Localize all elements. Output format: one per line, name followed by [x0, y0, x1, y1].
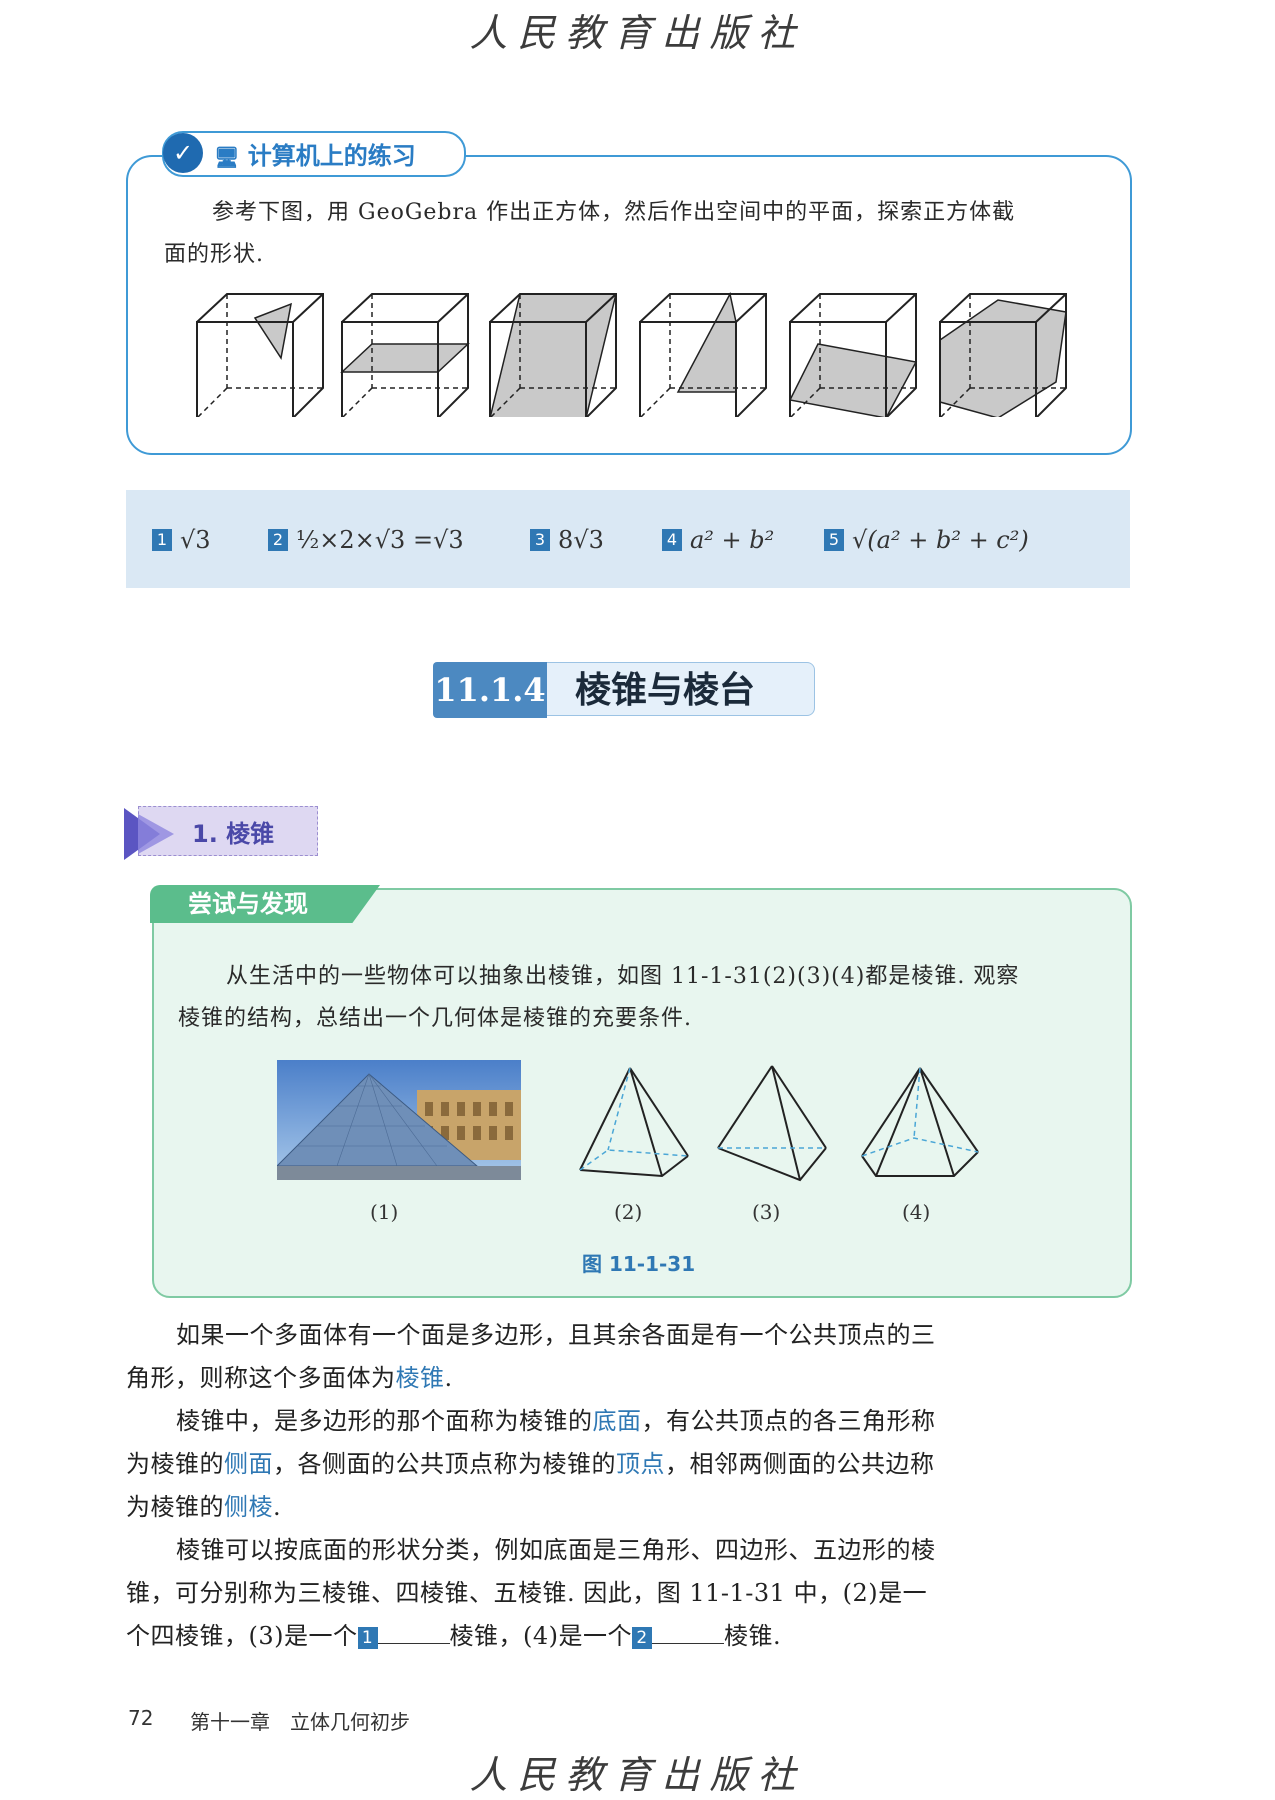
section-number: 11.1.4 [433, 662, 547, 718]
face-definition-line: 为棱锥的侧面，各侧面的公共顶点称为棱锥的顶点，相邻两侧面的公共边称 [126, 1450, 935, 1478]
blank-2-number: 2 [632, 1627, 652, 1649]
triangular-pyramid-figure [717, 1065, 827, 1182]
try-discover-text: 从生活中的一些物体可以抽象出棱锥，如图 11-1-31(2)(3)(4)都是棱锥… [178, 964, 1020, 1031]
pentagonal-pyramid-figure [861, 1067, 979, 1177]
cube-section-figure-5 [788, 293, 918, 417]
answer-4: 4 a² + b² [662, 526, 774, 554]
quadrilateral-pyramid-figure [579, 1067, 689, 1178]
answer-3: 3 8√3 [530, 526, 604, 554]
computer-practice-text: 参考下图，用 GeoGebra 作出正方体，然后作出空间中的平面，探索正方体截 … [164, 200, 1016, 267]
answer-1: 1 √3 [152, 526, 211, 554]
louvre-pyramid-photo [277, 1060, 521, 1180]
computer-practice-title: 🖥 计算机上的练习 [214, 142, 416, 170]
publisher-header: 人民教育出版社 [469, 11, 806, 55]
caption-2: (2) [614, 1200, 643, 1224]
cube-section-figure-6 [939, 293, 1067, 417]
definition-line: 角形，则称这个多面体为棱锥. [126, 1364, 453, 1392]
figure-caption: 图 11-1-31 [582, 1252, 696, 1276]
caption-1: (1) [370, 1200, 399, 1224]
chapter-title: 第十一章 立体几何初步 [190, 1710, 410, 1734]
try-discover-title: 尝试与发现 [150, 885, 380, 923]
check-icon: ✓ [163, 133, 203, 173]
cube-section-figure-1 [196, 293, 324, 417]
fill-in-line: 个四棱锥，(3)是一个 1 棱锥，(4)是一个 2 棱锥. [126, 1615, 1006, 1658]
blank-2[interactable] [652, 1619, 724, 1644]
triangle-arrow-icon [124, 808, 174, 860]
caption-3: (3) [752, 1200, 781, 1224]
cube-section-figure-2 [340, 293, 470, 417]
page-number: 72 [128, 1706, 154, 1730]
caption-4: (4) [902, 1200, 931, 1224]
blank-1-number: 1 [357, 1627, 378, 1649]
body-text: 如果一个多面体有一个面是多边形，且其余各面是有一个公共顶点的三 角形，则称这个多… [126, 1314, 1006, 1658]
monitor-icon: 🖥 [214, 145, 240, 169]
answer-5: 5 √(a² + b² + c²) [824, 526, 1029, 554]
subsection-title: 1. 棱锥 [192, 820, 275, 848]
cube-section-figure-4 [639, 292, 767, 417]
publisher-footer: 人民教育出版社 [469, 1753, 806, 1797]
base-definition-line: 棱锥中，是多边形的那个面称为棱锥的底面，有公共顶点的各三角形称 [176, 1407, 936, 1435]
edge-definition-line: 为棱锥的侧棱. [126, 1493, 282, 1521]
cube-section-figure-3 [489, 293, 617, 417]
section-title: 棱锥与棱台 [547, 662, 815, 716]
blank-1[interactable] [377, 1619, 450, 1644]
answer-2: 2 ½×2×√3 =√3 [268, 526, 464, 554]
